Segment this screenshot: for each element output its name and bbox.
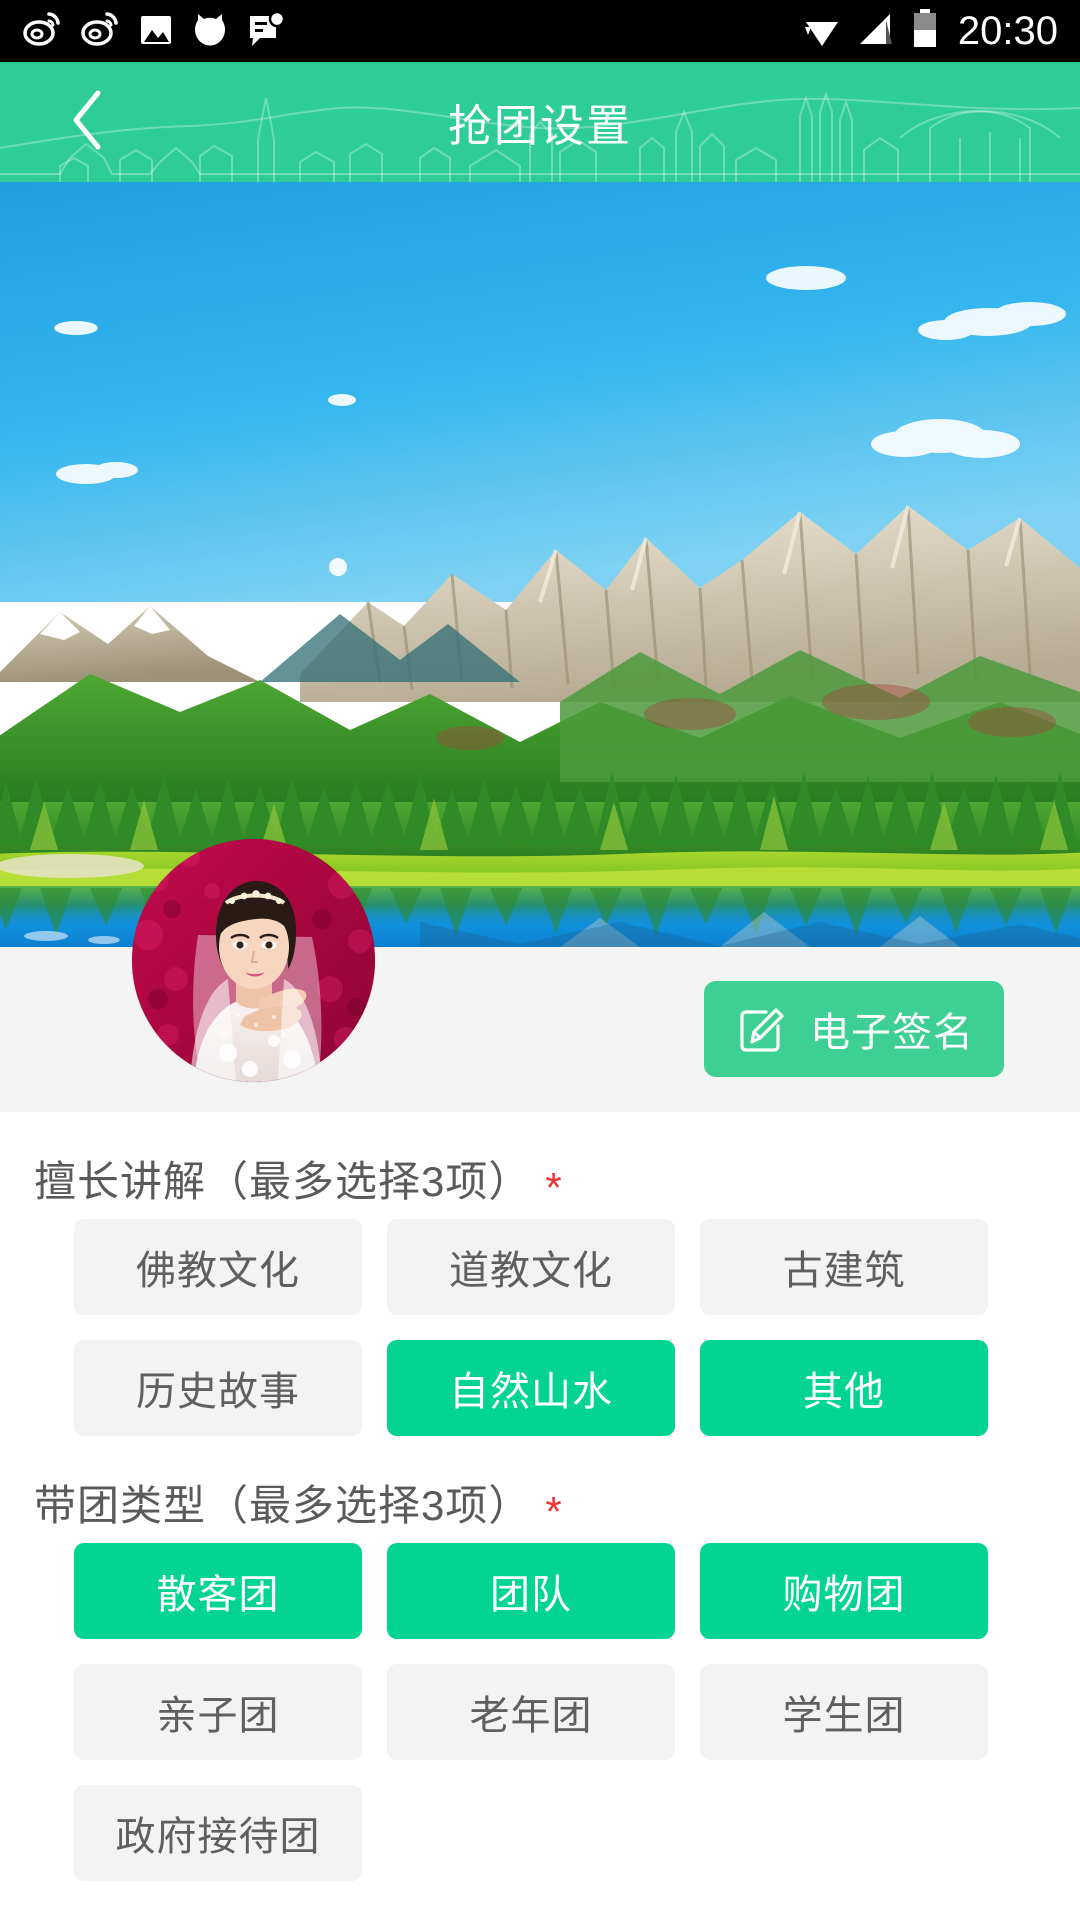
tag-option[interactable]: 其他 [700, 1340, 988, 1436]
avatar[interactable] [132, 839, 375, 1082]
landscape-illustration [0, 182, 1080, 947]
back-button[interactable] [48, 62, 128, 182]
tour-type-section-title: 带团类型（最多选择3项） * [34, 1436, 1046, 1543]
edit-pencil-icon [734, 1000, 790, 1059]
hero-banner-image [0, 182, 1080, 947]
electronic-signature-button[interactable]: 电子签名 [704, 981, 1004, 1077]
tag-option[interactable]: 古建筑 [700, 1219, 988, 1315]
page-title: 抢团设置 [448, 102, 632, 151]
page-header: 抢团设置 [0, 62, 1080, 182]
tag-option[interactable]: 自然山水 [387, 1340, 675, 1436]
tag-option[interactable]: 政府接待团 [74, 1785, 362, 1881]
electronic-signature-label: 电子签名 [810, 1011, 974, 1055]
gallery-icon [138, 8, 174, 55]
skills-section: 擅长讲解（最多选择3项） * 佛教文化 道教文化 古建筑历史故事 自然山水 其他 [0, 1112, 1080, 1436]
tag-option[interactable]: 散客团 [74, 1543, 362, 1639]
tag-option[interactable]: 购物团 [700, 1543, 988, 1639]
skills-section-title: 擅长讲解（最多选择3项） * [34, 1112, 1046, 1219]
avatar-photo [132, 839, 375, 1082]
status-bar-clock: 20:30 [957, 9, 1058, 53]
weibo-icon [80, 8, 122, 55]
status-bar: 20:30 [0, 0, 1080, 62]
required-indicator: * [545, 1488, 562, 1535]
tag-option[interactable]: 团队 [387, 1543, 675, 1639]
tour-type-section: 带团类型（最多选择3项） * 散客团 团队 购物团亲子团 老年团 学生团政府接待团 [0, 1436, 1080, 1881]
skills-tag-grid: 佛教文化 道教文化 古建筑历史故事 自然山水 其他 [34, 1219, 1046, 1436]
tour-type-section-label: 带团类型（最多选择3项） [34, 1482, 532, 1529]
tag-option[interactable]: 佛教文化 [74, 1219, 362, 1315]
tag-option[interactable]: 道教文化 [387, 1219, 675, 1315]
signal-icon [856, 8, 898, 55]
tour-type-tag-grid: 散客团 团队 购物团亲子团 老年团 学生团政府接待团 [34, 1543, 1046, 1881]
required-indicator: * [545, 1164, 562, 1211]
message-icon [246, 8, 286, 55]
status-bar-left-icons [22, 8, 286, 55]
wifi-icon [800, 8, 844, 55]
app-icon [190, 8, 230, 55]
profile-strip: 电子签名 [0, 839, 1080, 1112]
status-bar-right-icons: 20:30 [800, 7, 1058, 56]
tag-option[interactable]: 老年团 [387, 1664, 675, 1760]
weibo-icon [22, 8, 64, 55]
skills-section-label: 擅长讲解（最多选择3项） [34, 1158, 532, 1205]
tag-option[interactable]: 学生团 [700, 1664, 988, 1760]
tag-option[interactable]: 历史故事 [74, 1340, 362, 1436]
tag-option[interactable]: 亲子团 [74, 1664, 362, 1760]
battery-icon [910, 7, 940, 56]
back-chevron-icon [68, 87, 108, 158]
